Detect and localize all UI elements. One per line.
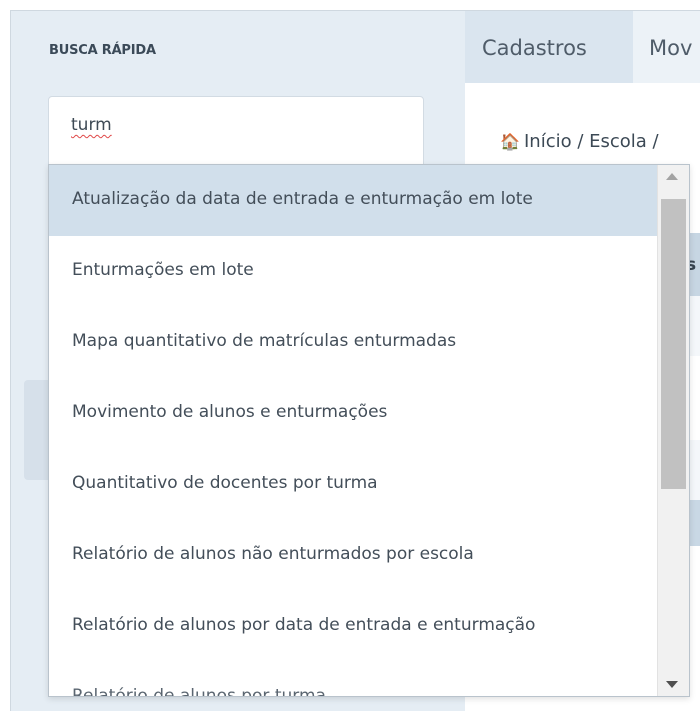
suggestion-item[interactable]: Enturmações em lote [49, 236, 657, 307]
suggestion-item[interactable]: Quantitativo de docentes por turma [49, 449, 657, 520]
suggestion-item[interactable]: Relatório de alunos por data de entrada … [49, 591, 657, 662]
search-input-value[interactable]: turm [71, 115, 112, 135]
scroll-up-arrow-icon[interactable] [666, 173, 678, 180]
suggestion-item[interactable]: Movimento de alunos e enturmações [49, 378, 657, 449]
top-tabs: Cadastros Mov [465, 11, 700, 83]
scroll-down-arrow-icon[interactable] [666, 681, 678, 688]
quick-search-title: BUSCA RÁPIDA [49, 43, 156, 58]
breadcrumb: 🏠 Início / Escola / [500, 131, 659, 152]
suggestion-item[interactable]: Relatório de alunos não enturmados por e… [49, 520, 657, 591]
search-suggestions-dropdown[interactable]: Atualização da data de entrada e enturma… [48, 164, 690, 697]
tab-cadastros[interactable]: Cadastros [465, 11, 633, 83]
suggestion-item[interactable]: Relatório de alunos por turma [49, 662, 657, 696]
suggestions-list: Atualização da data de entrada e enturma… [49, 165, 657, 696]
suggestion-item[interactable]: Mapa quantitativo de matrículas enturmad… [49, 307, 657, 378]
dropdown-scrollbar[interactable] [657, 165, 689, 696]
scrollbar-thumb[interactable] [661, 199, 686, 489]
tab-movimentacoes[interactable]: Mov [633, 11, 700, 83]
suggestion-item[interactable]: Atualização da data de entrada e enturma… [49, 165, 657, 236]
home-icon[interactable]: 🏠 [500, 132, 520, 151]
quick-search-input[interactable]: turm [48, 96, 424, 168]
breadcrumb-text[interactable]: Início / Escola / [524, 131, 659, 152]
